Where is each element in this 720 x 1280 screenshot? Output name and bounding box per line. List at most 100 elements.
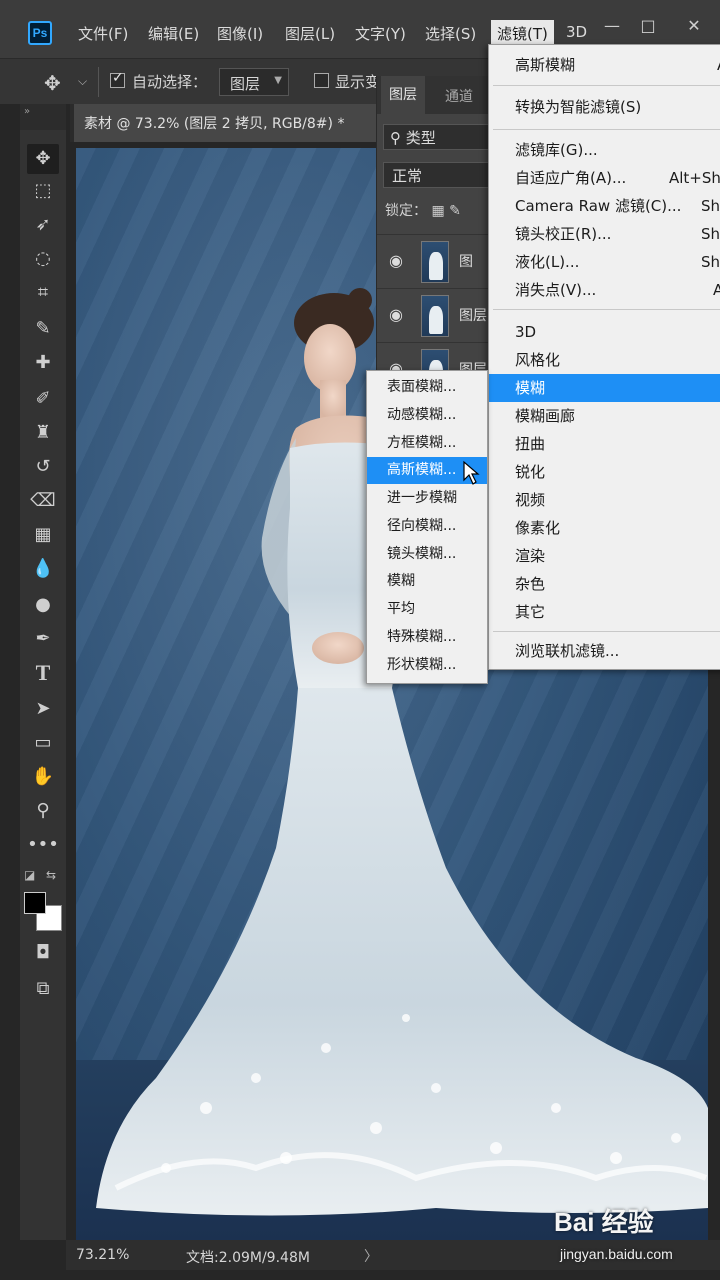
status-menu-arrow-icon[interactable]: 〉: [364, 1246, 378, 1266]
blur-item-motion[interactable]: 动感模糊...: [367, 402, 487, 429]
filter-menu-item-lens-correction[interactable]: 镜头校正(R)...Shi: [489, 220, 720, 248]
move-tool-icon[interactable]: ✥: [27, 144, 59, 174]
auto-select-checkbox[interactable]: [110, 70, 125, 88]
healing-tool-icon[interactable]: ✚: [27, 348, 59, 378]
minimize-button[interactable]: —: [596, 14, 628, 38]
zoom-level[interactable]: 73.21%: [76, 1247, 129, 1263]
layers-panel-tabs: 图层 通道: [377, 76, 501, 114]
filter-menu: 高斯模糊A 转换为智能滤镜(S) 滤镜库(G)... 自适应广角(A)...Al…: [488, 44, 720, 670]
stamp-tool-icon[interactable]: ♜: [27, 418, 59, 448]
filter-menu-item-distort[interactable]: 扭曲: [489, 430, 720, 458]
blur-item-average[interactable]: 平均: [367, 596, 487, 623]
gradient-tool-icon[interactable]: ▦: [27, 520, 59, 550]
document-size-info: 文档:2.09M/9.48M: [186, 1250, 310, 1266]
foreground-color-swatch[interactable]: [24, 892, 46, 914]
filter-menu-item-gallery[interactable]: 滤镜库(G)...: [489, 136, 720, 164]
brush-tool-icon[interactable]: ✐: [27, 384, 59, 414]
move-tool-preset-icon[interactable]: ✥: [44, 71, 61, 95]
quick-select-tool-icon[interactable]: ◌: [27, 244, 59, 274]
close-button[interactable]: ✕: [678, 14, 710, 38]
lock-label: 锁定：: [385, 203, 427, 219]
zoom-tool-icon[interactable]: ⚲: [27, 796, 59, 826]
show-transform-label: 显示变: [335, 73, 381, 91]
rectangle-tool-icon[interactable]: ▭: [27, 728, 59, 758]
eye-icon[interactable]: ◉: [389, 305, 403, 324]
filter-menu-item-sharpen[interactable]: 锐化: [489, 458, 720, 486]
photoshop-logo-icon[interactable]: Ps: [28, 21, 52, 45]
eye-icon[interactable]: ◉: [389, 251, 403, 270]
dodge-tool-icon[interactable]: ●: [27, 590, 59, 620]
auto-select-target-dropdown[interactable]: 图层 ▼: [219, 68, 289, 96]
pen-tool-icon[interactable]: ✒: [27, 624, 59, 654]
path-select-tool-icon[interactable]: ➤: [27, 694, 59, 724]
layer-row[interactable]: ◉ 图层: [377, 288, 501, 342]
menu-filter[interactable]: 滤镜(T): [491, 20, 554, 47]
history-brush-tool-icon[interactable]: ↺: [27, 452, 59, 482]
swap-colors-icon[interactable]: ⇆: [46, 868, 56, 882]
blur-item-box[interactable]: 方框模糊...: [367, 430, 487, 457]
filter-menu-item-convert-smart[interactable]: 转换为智能滤镜(S): [489, 93, 720, 121]
blend-mode-dropdown[interactable]: 正常: [383, 162, 497, 188]
mouse-cursor-icon: [463, 460, 480, 485]
blur-item-blur-more[interactable]: 进一步模糊: [367, 485, 487, 512]
layer-name: 图: [459, 254, 473, 270]
eyedropper-tool-icon[interactable]: ✎: [27, 314, 59, 344]
search-icon: ⚲: [390, 129, 406, 147]
more-tools-icon[interactable]: •••: [27, 830, 59, 860]
blur-item-surface[interactable]: 表面模糊...: [367, 374, 487, 401]
show-transform-checkbox[interactable]: [314, 73, 329, 88]
blur-item-lens[interactable]: 镜头模糊...: [367, 541, 487, 568]
menu-select[interactable]: 选择(S): [425, 23, 476, 44]
lock-pixels-icon[interactable]: ✎: [449, 203, 461, 219]
lasso-tool-icon[interactable]: ➶: [27, 210, 59, 240]
maximize-button[interactable]: □: [632, 14, 664, 38]
filter-menu-item-stylize[interactable]: 风格化: [489, 346, 720, 374]
tab-channels[interactable]: 通道: [445, 86, 473, 106]
filter-menu-item-noise[interactable]: 杂色: [489, 570, 720, 598]
toolbar-collapse-handle[interactable]: »: [20, 104, 66, 130]
filter-menu-item-blur-gallery[interactable]: 模糊画廊: [489, 402, 720, 430]
blur-item-smart[interactable]: 特殊模糊...: [367, 624, 487, 651]
crop-tool-icon[interactable]: ⌗: [27, 278, 59, 308]
filter-menu-item-video[interactable]: 视频: [489, 486, 720, 514]
filter-menu-item-3d[interactable]: 3D: [489, 318, 720, 346]
filter-menu-item-adaptive-wide[interactable]: 自适应广角(A)... Alt+Shi: [489, 164, 720, 192]
menu-3d[interactable]: 3D: [566, 23, 587, 41]
layer-row[interactable]: ◉ 图: [377, 234, 501, 288]
blur-item-shape[interactable]: 形状模糊...: [367, 652, 487, 679]
layer-thumbnail: [421, 241, 449, 283]
filter-menu-item-render[interactable]: 渲染: [489, 542, 720, 570]
filter-menu-item-browse-online[interactable]: 浏览联机滤镜...: [489, 637, 720, 665]
menu-type[interactable]: 文字(Y): [355, 23, 406, 44]
tab-layers[interactable]: 图层: [381, 76, 425, 114]
blur-item-radial[interactable]: 径向模糊...: [367, 513, 487, 540]
screen-mode-icon[interactable]: ⧉: [27, 974, 59, 1004]
default-colors-icon[interactable]: ◪: [24, 868, 35, 882]
filter-menu-item-vanishing-point[interactable]: 消失点(V)...A: [489, 276, 720, 304]
menu-edit[interactable]: 编辑(E): [148, 23, 199, 44]
lock-transparent-icon[interactable]: ▦: [431, 203, 449, 219]
eraser-tool-icon[interactable]: ⌫: [27, 486, 59, 516]
filter-menu-item-pixelate[interactable]: 像素化: [489, 514, 720, 542]
chevron-down-icon[interactable]: ⌵: [78, 74, 87, 89]
hand-tool-icon[interactable]: ✋: [27, 762, 59, 792]
layer-name: 图层: [459, 308, 487, 324]
filter-menu-item-other[interactable]: 其它: [489, 598, 720, 626]
document-tab[interactable]: 素材 @ 73.2% (图层 2 拷贝, RGB/8#) *: [74, 104, 380, 142]
filter-menu-item-camera-raw[interactable]: Camera Raw 滤镜(C)...Shi: [489, 192, 720, 220]
marquee-tool-icon[interactable]: ⬚: [27, 176, 59, 206]
menu-layer[interactable]: 图层(L): [285, 23, 335, 44]
auto-select-target-value: 图层: [230, 75, 261, 93]
filter-menu-item-last-filter[interactable]: 高斯模糊A: [489, 51, 720, 79]
menu-file[interactable]: 文件(F): [78, 23, 128, 44]
filter-menu-item-blur[interactable]: 模糊: [489, 374, 720, 402]
menu-divider: [493, 309, 720, 310]
blur-item-blur[interactable]: 模糊: [367, 568, 487, 595]
layer-filter-dropdown[interactable]: ⚲ 类型: [383, 124, 497, 150]
layer-filter-value: 类型: [405, 129, 436, 147]
menu-image[interactable]: 图像(I): [217, 23, 263, 44]
filter-menu-item-liquify[interactable]: 液化(L)...Shi: [489, 248, 720, 276]
quick-mask-icon[interactable]: ◘: [27, 938, 59, 968]
blur-tool-icon[interactable]: 💧: [27, 554, 59, 584]
type-tool-icon[interactable]: T: [27, 658, 59, 688]
